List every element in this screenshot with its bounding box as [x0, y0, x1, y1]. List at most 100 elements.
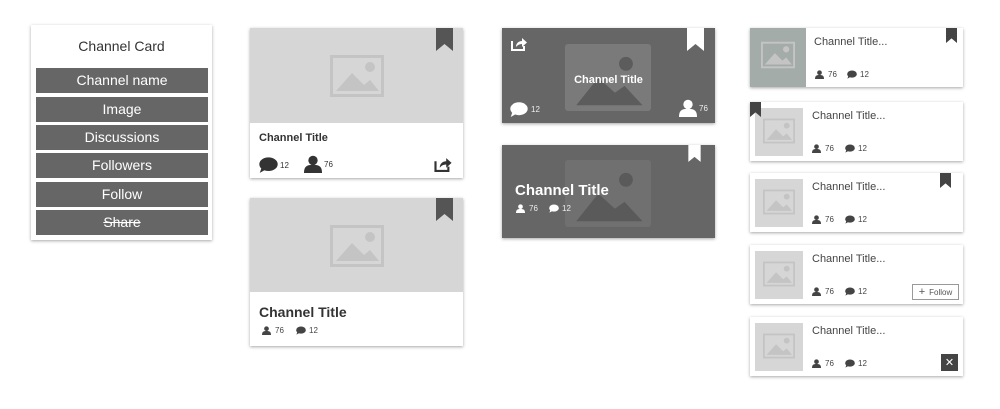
- followers-stat: 76: [679, 99, 708, 117]
- channel-title[interactable]: Channel Title...: [812, 325, 885, 337]
- legend-title: Channel Card: [78, 38, 165, 54]
- discussions-icon: [845, 215, 855, 224]
- channel-card-3[interactable]: Channel Title 12 76: [502, 28, 715, 123]
- image-placeholder-icon: [330, 225, 384, 267]
- channel-title[interactable]: Channel Title: [502, 74, 715, 86]
- discussions-stat: 12: [549, 204, 571, 213]
- image-placeholder-icon: [763, 189, 795, 215]
- followers-count: 76: [275, 326, 284, 335]
- channel-list-item-5[interactable]: Channel Title... 76 12 ✕: [750, 317, 963, 376]
- channel-title[interactable]: Channel Title: [259, 304, 347, 320]
- channel-image: [755, 108, 803, 156]
- followers-count: 76: [324, 159, 333, 169]
- followers-stat: 76: [812, 359, 834, 368]
- legend-item-image: Image: [36, 97, 208, 122]
- channel-image: [755, 323, 803, 371]
- discussions-count: 12: [309, 326, 318, 335]
- followers-stat: 76: [304, 155, 333, 173]
- discussions-count: 12: [858, 144, 867, 153]
- bookmark-icon[interactable]: [436, 198, 453, 221]
- discussions-stat: 12: [510, 102, 540, 117]
- followers-count: 76: [529, 204, 538, 213]
- legend-item-channel-name: Channel name: [36, 68, 208, 93]
- channel-image: [755, 251, 803, 299]
- followers-stat: 76: [262, 326, 284, 335]
- share-icon[interactable]: [511, 37, 527, 51]
- followers-icon: [304, 155, 322, 173]
- followers-count: 76: [825, 287, 834, 296]
- discussions-count: 12: [562, 204, 571, 213]
- discussions-icon: [510, 102, 528, 117]
- channel-title[interactable]: Channel Title...: [814, 36, 887, 48]
- discussions-icon: [259, 157, 278, 173]
- legend-item-discussions: Discussions: [36, 125, 208, 150]
- followers-stat: 76: [812, 144, 834, 153]
- follow-button-label: Follow: [929, 287, 953, 297]
- share-icon[interactable]: [434, 157, 452, 172]
- followers-count: 76: [828, 70, 837, 79]
- channel-title[interactable]: Channel Title: [259, 132, 328, 144]
- bookmark-icon[interactable]: [940, 173, 951, 188]
- followers-icon: [815, 70, 824, 79]
- followers-stat: 76: [812, 215, 834, 224]
- discussions-count: 12: [531, 105, 540, 114]
- image-placeholder-icon: [330, 55, 384, 97]
- discussions-icon: [845, 144, 855, 153]
- channel-title[interactable]: Channel Title...: [812, 253, 885, 265]
- followers-stat: 76: [815, 70, 837, 79]
- legend-item-follow: Follow: [36, 182, 208, 207]
- bookmark-icon[interactable]: [436, 28, 453, 51]
- followers-count: 76: [825, 144, 834, 153]
- channel-list-item-1[interactable]: Channel Title... 76 12: [750, 28, 963, 87]
- followers-icon: [516, 204, 525, 213]
- channel-card-1[interactable]: Channel Title 12 76: [250, 28, 463, 178]
- channel-title[interactable]: Channel Title...: [812, 181, 885, 193]
- discussions-count: 12: [858, 359, 867, 368]
- discussions-icon: [847, 70, 857, 79]
- followers-icon: [812, 215, 821, 224]
- bookmark-icon[interactable]: [750, 102, 761, 117]
- channel-card-2[interactable]: Channel Title 76 12: [250, 198, 463, 346]
- channel-title[interactable]: Channel Title...: [812, 110, 885, 122]
- followers-icon: [812, 359, 821, 368]
- channel-card-4[interactable]: Channel Title 76 12: [502, 145, 715, 238]
- channel-list-item-4[interactable]: Channel Title... 76 12 + Follow: [750, 245, 963, 304]
- image-placeholder-icon: [763, 333, 795, 359]
- channel-list-item-2[interactable]: Channel Title... 76 12: [750, 102, 963, 161]
- follow-button[interactable]: + Follow: [912, 284, 959, 300]
- image-placeholder-icon: [761, 41, 795, 69]
- discussions-stat: 12: [259, 157, 289, 173]
- followers-stat: 76: [812, 287, 834, 296]
- discussions-count: 12: [860, 70, 869, 79]
- followers-count: 76: [825, 215, 834, 224]
- discussions-count: 12: [858, 287, 867, 296]
- close-icon[interactable]: ✕: [941, 354, 958, 371]
- discussions-count: 12: [858, 215, 867, 224]
- channel-image: [250, 198, 463, 292]
- legend-item-followers: Followers: [36, 153, 208, 178]
- discussions-icon: [845, 359, 855, 368]
- image-placeholder-icon: [763, 261, 795, 287]
- discussions-icon: [296, 326, 306, 335]
- channel-image: [755, 179, 803, 227]
- channel-title[interactable]: Channel Title: [515, 182, 609, 199]
- followers-icon: [262, 326, 271, 335]
- plus-icon: +: [918, 285, 926, 298]
- discussions-stat: 12: [845, 215, 867, 224]
- followers-count: 76: [825, 359, 834, 368]
- followers-icon: [679, 99, 697, 117]
- discussions-icon: [549, 204, 559, 213]
- followers-icon: [812, 144, 821, 153]
- channel-card-legend: Channel Card Channel name Image Discussi…: [31, 25, 212, 240]
- followers-count: 76: [699, 103, 708, 113]
- channel-image: [250, 28, 463, 123]
- channel-list-item-3[interactable]: Channel Title... 76 12: [750, 173, 963, 232]
- discussions-icon: [845, 287, 855, 296]
- discussions-stat: 12: [845, 287, 867, 296]
- bookmark-icon[interactable]: [946, 28, 957, 43]
- bookmark-icon[interactable]: [687, 28, 704, 51]
- bookmark-icon[interactable]: [688, 145, 701, 162]
- discussions-stat: 12: [845, 359, 867, 368]
- discussions-stat: 12: [845, 144, 867, 153]
- discussions-count: 12: [280, 160, 289, 170]
